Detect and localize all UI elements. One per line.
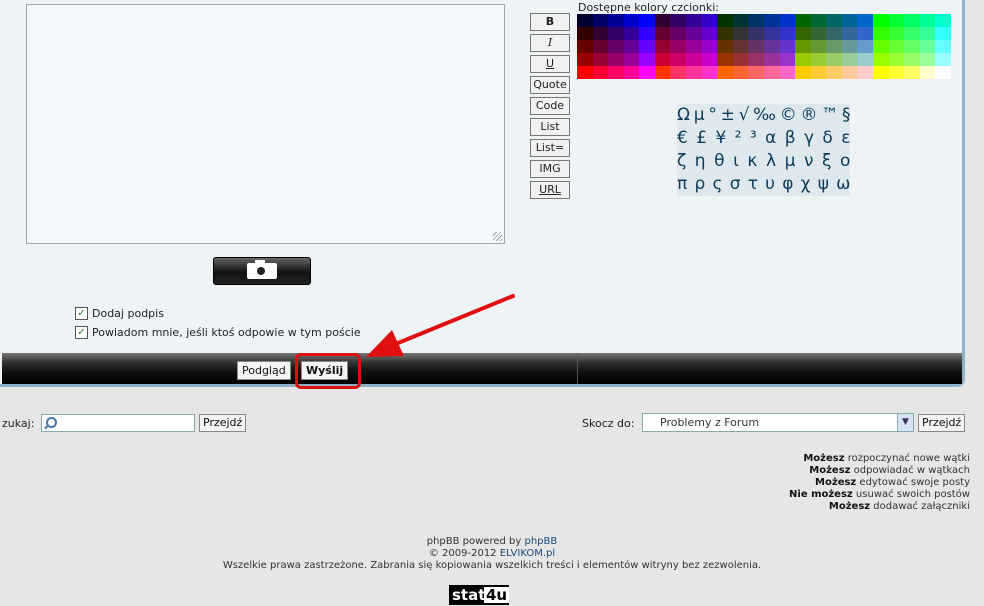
permission-status: Możesz [803,453,845,464]
jump-label: Skocz do: [582,417,635,430]
permission-line: Możesz edytować swoje posty [789,477,970,489]
stat-text: stat [452,586,486,604]
stat-text-4u: 4u [484,586,510,604]
search-go-button[interactable]: Przejdź [199,414,247,432]
jump-select[interactable]: Problemy z Forum ▼ [642,413,914,432]
powered-by: phpBB powered by phpBB [0,536,984,547]
permission-status: Możesz [828,501,871,512]
elvikom-link[interactable]: ELVIKOM.pl [500,548,555,559]
search-input[interactable] [41,414,195,432]
jump-go-button[interactable]: Przejdź [918,414,966,432]
permission-line: Możesz dodawać załączniki [789,501,970,513]
copyright-prefix: © 2009-2012 [428,548,500,559]
permission-status: Możesz [809,465,851,476]
permission-line: Nie możesz usuwać swoich postów [789,489,970,501]
phpbb-link[interactable]: phpBB [524,536,557,547]
permission-line: Możesz rozpoczynać nowe wątki [789,453,970,465]
annotation-arrow [366,294,515,357]
stat4u-badge[interactable]: stat 4u [449,585,510,605]
rights-text: Wszelkie prawa zastrzeżone. Zabrania się… [222,560,762,571]
permission-text: edytować swoje posty [856,477,970,488]
powered-prefix: phpBB powered by [426,536,525,547]
permission-text: rozpoczynać nowe wątki [844,453,970,464]
copyright: © 2009-2012 ELVIKOM.pl [0,548,984,559]
chevron-down-icon[interactable]: ▼ [897,414,913,431]
permissions-list: Możesz rozpoczynać nowe wątki Możesz odpo… [789,453,970,513]
permission-status: Możesz [815,477,857,488]
jump-selected: Problemy z Forum [660,416,760,429]
permission-text: usuwać swoich postów [852,489,970,500]
permission-text: odpowiadać w wątkach [850,465,970,476]
search-icon [46,417,57,428]
permission-line: Możesz odpowiadać w wątkach [789,465,970,477]
search-label: zukaj: [2,417,35,430]
permission-status: Nie możesz [789,489,853,500]
permission-text: dodawać załączniki [870,501,970,512]
